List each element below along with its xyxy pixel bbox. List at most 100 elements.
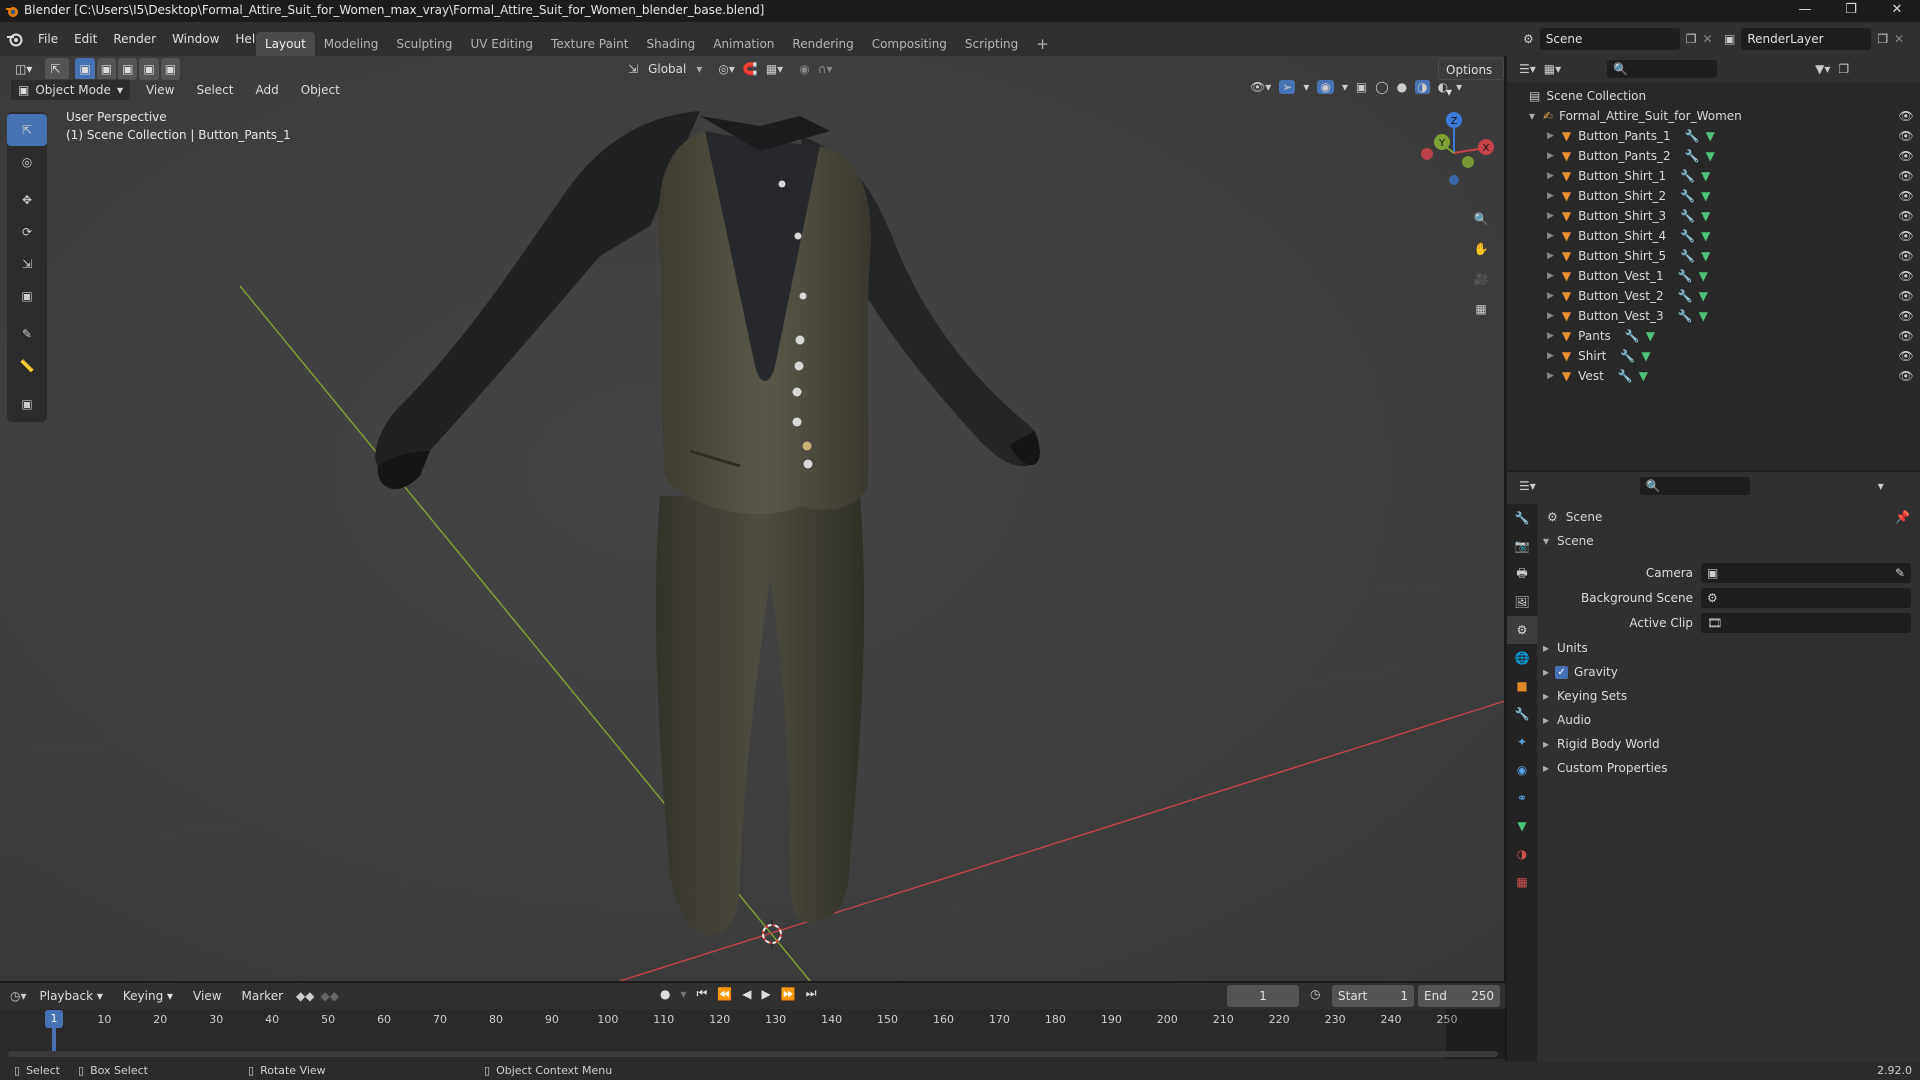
orientation-icon[interactable]: ⇲	[628, 62, 638, 76]
outliner-item[interactable]: ▶ ▼ Button_Pants_1 🔧 ▼ 👁	[1507, 126, 1920, 146]
minimize-icon[interactable]: —	[1782, 0, 1828, 22]
modifier-icon[interactable]: 🔧	[1680, 166, 1695, 186]
modifier-icon[interactable]: 🔧	[1678, 266, 1693, 286]
background-scene-field[interactable]: ⚙	[1701, 587, 1911, 608]
tab-sculpting[interactable]: Sculpting	[387, 32, 461, 56]
delete-scene-icon[interactable]: ✕	[1703, 32, 1713, 46]
eye-icon[interactable]: 👁	[1898, 146, 1914, 166]
tab-uv-editing[interactable]: UV Editing	[461, 32, 542, 56]
expand-arrow-icon[interactable]: ▶	[1547, 206, 1554, 226]
modifier-icon[interactable]: 🔧	[1680, 246, 1695, 266]
outliner-item[interactable]: ▶ ▼ Button_Shirt_5 🔧 ▼ 👁	[1507, 246, 1920, 266]
world-tab-icon[interactable]: 🌐	[1507, 644, 1537, 672]
expand-arrow-icon[interactable]: ▶	[1547, 366, 1554, 386]
menu-window[interactable]: Window	[164, 22, 227, 56]
scale-icon[interactable]: ⇲	[7, 248, 47, 280]
wireframe-shading-icon[interactable]: ◯	[1375, 80, 1388, 94]
outliner-item[interactable]: ▶ ▼ Vest 🔧 ▼ 👁	[1507, 366, 1920, 386]
end-frame-field[interactable]: End 250	[1418, 985, 1500, 1007]
menu-edit[interactable]: Edit	[66, 22, 105, 56]
new-collection-icon[interactable]: ❐	[1838, 62, 1849, 76]
outliner-item[interactable]: ▶ ▼ Button_Pants_2 🔧 ▼ 👁	[1507, 146, 1920, 166]
render-tab-icon[interactable]: 📷	[1507, 532, 1537, 560]
select-box-icon[interactable]: ⇱	[7, 114, 47, 146]
3d-viewport[interactable]: ◫▾ ⇱ ▣ ▣ ▣ ▣ ▣ ⇲ Global ▾ ◎▾ 🧲 ▦▾ ◉ ∩▾ O…	[0, 56, 1505, 981]
eyedropper-icon[interactable]: ✎	[1895, 566, 1905, 580]
tab-modeling[interactable]: Modeling	[315, 32, 388, 56]
modifier-icon[interactable]: 🔧	[1678, 306, 1693, 326]
mesh-data-icon[interactable]: ▼	[1699, 266, 1708, 286]
expand-arrow-icon[interactable]: ▶	[1547, 226, 1554, 246]
mesh-data-icon[interactable]: ▼	[1639, 366, 1648, 386]
eye-icon[interactable]: 👁	[1898, 166, 1914, 186]
custom-properties-subpanel[interactable]: ▸ Custom Properties	[1543, 756, 1913, 780]
gravity-subpanel[interactable]: ▸ ✓ Gravity	[1543, 660, 1913, 684]
outliner-item[interactable]: ▶ ▼ Button_Shirt_2 🔧 ▼ 👁	[1507, 186, 1920, 206]
outliner-item[interactable]: ▶ ▼ Button_Shirt_4 🔧 ▼ 👁	[1507, 226, 1920, 246]
rotate-icon[interactable]: ⟳	[7, 216, 47, 248]
collapse-arrow-icon[interactable]: ▾	[1529, 106, 1535, 126]
outliner-item[interactable]: ▶ ▼ Pants 🔧 ▼ 👁	[1507, 326, 1920, 346]
start-frame-field[interactable]: Start 1	[1332, 985, 1414, 1007]
mesh-data-icon[interactable]: ▼	[1701, 246, 1710, 266]
mesh-data-icon[interactable]: ▼	[1646, 326, 1655, 346]
measure-icon[interactable]: 📏	[7, 350, 47, 382]
view-layer-tab-icon[interactable]: 🖼	[1507, 588, 1537, 616]
object-tab-icon[interactable]: ■	[1507, 672, 1537, 700]
outliner-item[interactable]: ▶ ▼ Button_Vest_2 🔧 ▼ 👁	[1507, 286, 1920, 306]
menu-select[interactable]: Select	[189, 79, 240, 101]
camera-field[interactable]: ▣ ✎	[1701, 562, 1911, 583]
pan-hand-icon[interactable]: ✋	[1466, 234, 1496, 264]
overlay-toggle-icon[interactable]: ◉	[1317, 80, 1334, 94]
modifier-icon[interactable]: 🔧	[1625, 326, 1640, 346]
menu-object[interactable]: Object	[294, 79, 347, 101]
eye-icon[interactable]: 👁	[1898, 326, 1914, 346]
expand-arrow-icon[interactable]: ▶	[1547, 146, 1554, 166]
output-tab-icon[interactable]: 🖶	[1507, 560, 1537, 588]
next-keyframe-icon[interactable]: ⏩	[781, 987, 796, 1001]
rendered-shading-icon[interactable]: ◐	[1438, 80, 1448, 94]
audio-subpanel[interactable]: ▸ Audio	[1543, 708, 1913, 732]
editor-type-icon[interactable]: ◫▾	[8, 58, 39, 80]
menu-view[interactable]: View	[139, 79, 181, 101]
outliner-item[interactable]: ▶ ▼ Shirt 🔧 ▼ 👁	[1507, 346, 1920, 366]
outliner-item[interactable]: ▶ ▼ Button_Shirt_1 🔧 ▼ 👁	[1507, 166, 1920, 186]
zoom-icon[interactable]: 🔍	[1466, 204, 1496, 234]
camera-view-icon[interactable]: 🎥	[1466, 264, 1496, 294]
properties-options-icon[interactable]: ▾	[1878, 479, 1884, 493]
eye-icon[interactable]: 👁	[1898, 186, 1914, 206]
select-intersect-icon[interactable]: ▣	[160, 58, 181, 80]
gizmo-toggle-icon[interactable]: ➢	[1279, 80, 1296, 94]
expand-arrow-icon[interactable]: ▶	[1547, 286, 1554, 306]
modifier-icon[interactable]: 🔧	[1680, 226, 1695, 246]
scene-icon[interactable]: ⚙	[1523, 32, 1534, 46]
proportional-edit-icon[interactable]: ◉	[799, 62, 809, 76]
snap-icon[interactable]: 🧲	[743, 62, 758, 76]
add-cube-icon[interactable]: ▣	[7, 388, 47, 420]
snap-target-icon[interactable]: ▦▾	[766, 62, 783, 76]
expand-arrow-icon[interactable]: ▶	[1547, 246, 1554, 266]
expand-arrow-icon[interactable]: ▶	[1547, 266, 1554, 286]
expand-arrow-icon[interactable]: ▶	[1547, 346, 1554, 366]
shading-options-icon[interactable]: ▾	[1456, 80, 1462, 94]
maximize-icon[interactable]: ❐	[1828, 0, 1874, 22]
outliner-item[interactable]: ▶ ▼ Button_Shirt_3 🔧 ▼ 👁	[1507, 206, 1920, 226]
expand-arrow-icon[interactable]: ▶	[1547, 306, 1554, 326]
outliner-search-input[interactable]: 🔍	[1607, 60, 1718, 78]
mesh-data-icon[interactable]: ▼	[1641, 346, 1650, 366]
ortho-grid-icon[interactable]: ▦	[1466, 294, 1496, 324]
menu-marker[interactable]: Marker	[235, 985, 290, 1007]
outliner-item[interactable]: ▶ ▼ Button_Vest_1 🔧 ▼ 👁	[1507, 266, 1920, 286]
data-tab-icon[interactable]: ▼	[1507, 812, 1537, 840]
modifier-icon[interactable]: 🔧	[1618, 366, 1633, 386]
outliner-editor-icon[interactable]: ☰▾	[1519, 62, 1536, 76]
properties-search-input[interactable]: 🔍	[1639, 477, 1750, 495]
display-mode-icon[interactable]: ▦▾	[1544, 62, 1561, 76]
xray-icon[interactable]: ▣	[1356, 80, 1367, 94]
mesh-data-icon[interactable]: ▼	[1701, 186, 1710, 206]
expand-arrow-icon[interactable]: ▶	[1547, 126, 1554, 146]
keyframe-icon[interactable]: ◆◆	[296, 989, 314, 1003]
modifier-icon[interactable]: 🔧	[1685, 126, 1700, 146]
solid-shading-icon[interactable]: ●	[1397, 80, 1407, 94]
orientation-dropdown[interactable]: Global	[646, 58, 688, 80]
